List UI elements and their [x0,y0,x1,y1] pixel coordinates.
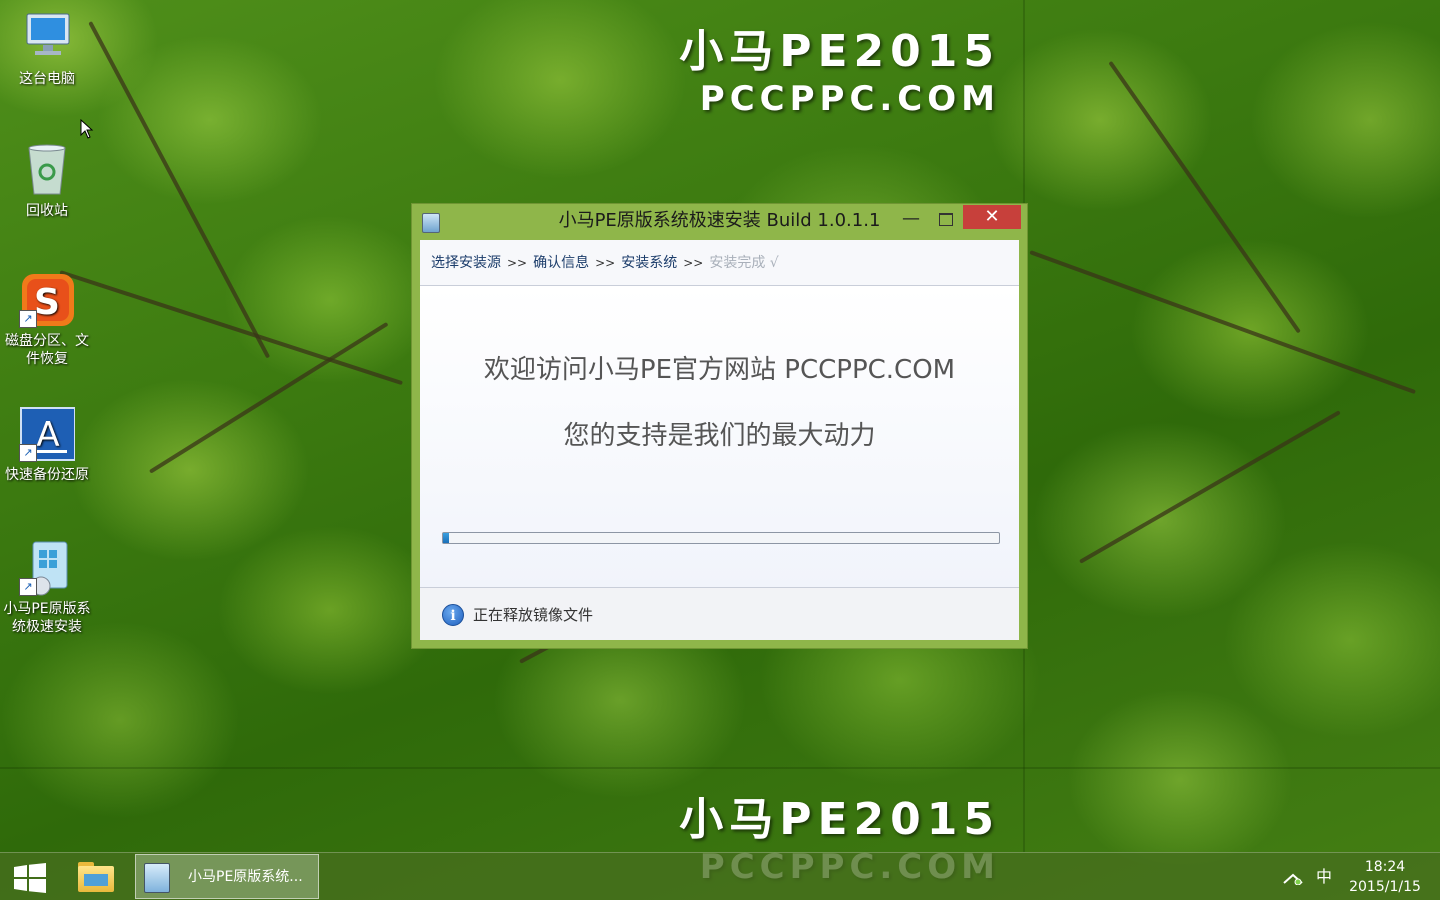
close-button[interactable]: ✕ [963,205,1021,229]
brand-url: PCCPPC.COM [699,79,1000,119]
desktop-icon-backup-restore[interactable]: A ↗ 快速备份还原 [0,406,94,484]
computer-icon [26,13,70,55]
brand-title: 小马PE2015 [679,26,1000,77]
wallpaper-stem [1079,410,1341,564]
installer-icon [144,863,170,893]
minimize-button[interactable]: — [896,208,926,232]
recycle-bin-icon [28,144,66,195]
shortcut-arrow-icon: ↗ [19,578,37,596]
brand-title: 小马PE2015 [679,794,1000,845]
window-client: 选择安装源 >> 确认信息 >> 安装系统 >> 安装完成 √ 欢迎访问小马PE官方网站 P… [420,240,1019,640]
step-confirm-info: 确认信息 [533,255,590,271]
desktop-icon-label: 磁盘分区、文件恢复 [5,333,89,367]
step-separator: >> [595,256,616,270]
desktop-icon-installer[interactable]: ↗ 小马PE原版系统极速安装 [0,540,94,636]
folder-icon-window [84,874,108,886]
wallpaper-brand: 小马PE2015 PCCPPC.COM [660,26,1000,120]
network-icon[interactable] [1283,871,1303,885]
mouse-pointer-icon [80,119,94,139]
progress-fill [443,533,449,543]
file-explorer-button[interactable] [76,858,116,896]
maximize-icon [939,213,953,226]
step-separator: >> [507,256,528,270]
support-message: 您的支持是我们的最大动力 [563,421,876,451]
shortcut-arrow-icon: ↗ [19,310,37,328]
wallpaper-stem [148,321,389,474]
step-separator: >> [683,256,704,270]
welcome-message: 欢迎访问小马PE官方网站 PCCPPC.COM [483,355,956,385]
svg-text:S: S [34,282,60,323]
taskbar-item-label: 小马PE原版系统... [188,869,303,885]
desktop-icon-label: 回收站 [26,203,68,219]
info-icon: i [442,604,464,626]
install-progress-bar [442,532,1000,544]
windows-logo-icon [14,863,46,893]
desktop-icon-label: 快速备份还原 [5,467,89,483]
window-titlebar[interactable]: 小马PE原版系统极速安装 Build 1.0.1.1 — ✕ [412,204,1027,238]
clock-date: 2015/1/15 [1349,879,1421,895]
shortcut-arrow-icon: ↗ [19,444,37,462]
welcome-panel: 欢迎访问小马PE官方网站 PCCPPC.COM 您的支持是我们的最大动力 [420,287,1019,587]
status-bar: i 正在释放镜像文件 [420,587,1019,640]
wallpaper-seam [0,767,1440,769]
desktop-icon-disk-partition[interactable]: S ↗ 磁盘分区、文件恢复 [0,272,94,368]
clock-time: 18:24 [1364,859,1406,875]
taskbar: 小马PE原版系统... 中 18:24 2015/1/15 [0,852,1440,900]
step-select-source: 选择安装源 [431,255,501,271]
clock[interactable]: 18:24 2015/1/15 [1340,857,1430,897]
step-breadcrumb: 选择安装源 >> 确认信息 >> 安装系统 >> 安装完成 √ [420,240,1019,286]
ime-indicator[interactable]: 中 [1316,865,1332,889]
desktop-icon-label: 小马PE原版系统极速安装 [3,601,91,635]
step-install-complete: 安装完成 √ [709,255,779,271]
desktop-icon-this-pc[interactable]: 这台电脑 [0,10,94,88]
maximize-button[interactable] [930,208,960,232]
installer-window: 小马PE原版系统极速安装 Build 1.0.1.1 — ✕ 选择安装源 >> 确认… [411,203,1028,649]
start-button[interactable] [14,863,46,893]
taskbar-item-installer[interactable]: 小马PE原版系统... [135,854,319,899]
svg-text:A: A [36,415,59,455]
desktop-icon-label: 这台电脑 [19,71,75,87]
status-text: 正在释放镜像文件 [473,606,594,624]
desktop-icon-recycle-bin[interactable]: 回收站 [0,142,94,220]
step-install-system: 安装系统 [621,255,678,271]
wallpaper-stem [1029,250,1416,395]
